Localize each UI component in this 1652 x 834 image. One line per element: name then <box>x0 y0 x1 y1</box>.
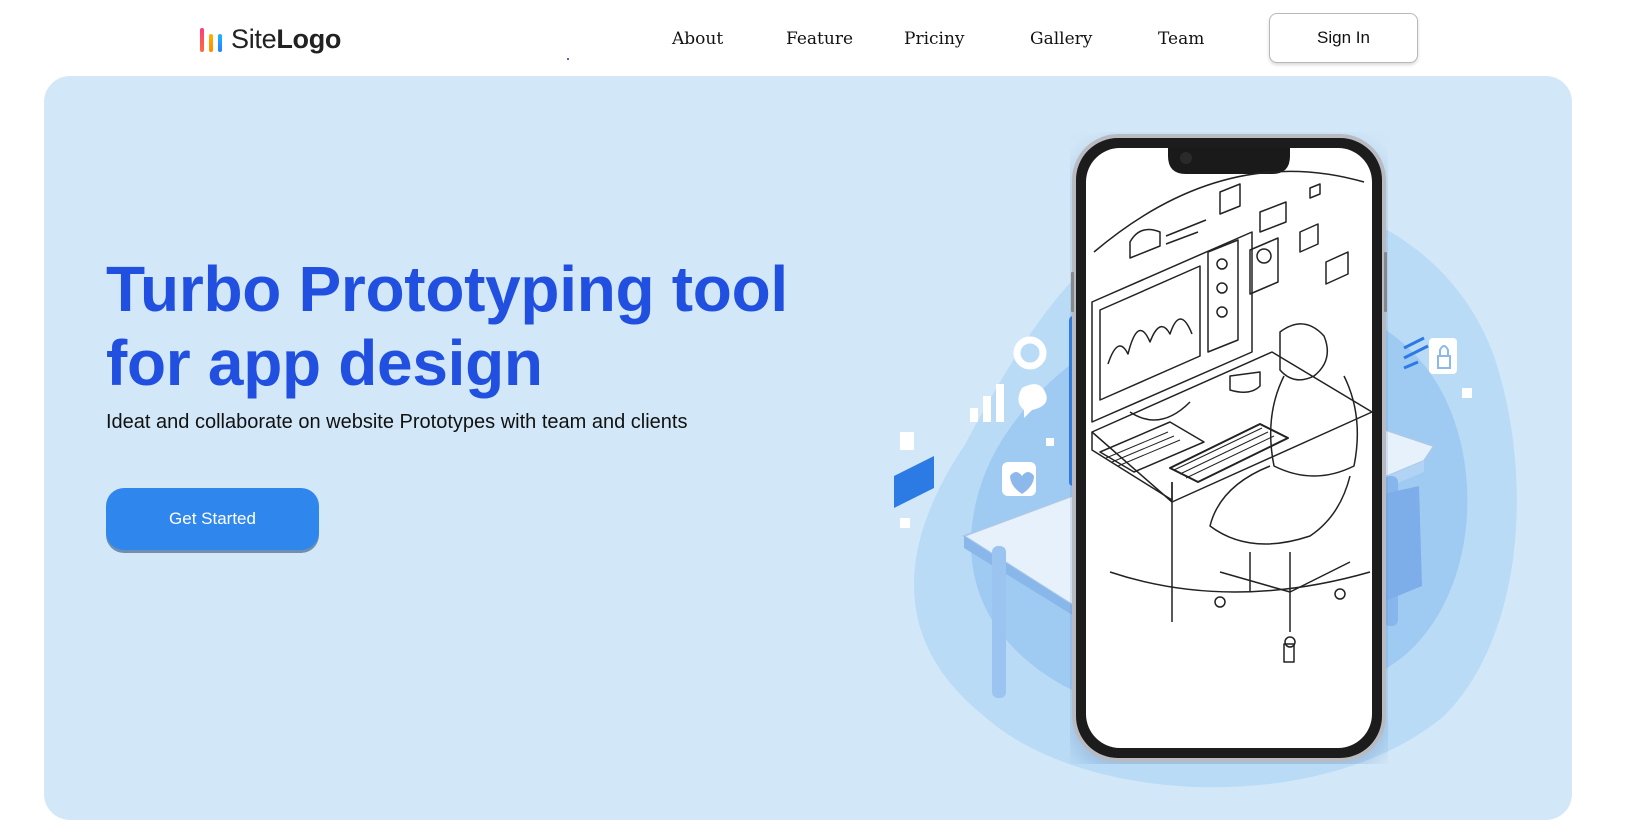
smartphone-mockup <box>1071 134 1387 762</box>
phone-side-button-left <box>1071 272 1074 312</box>
logo-text: SiteLogo <box>231 23 342 54</box>
hero-section: Turbo Prototyping tool for app design Id… <box>44 76 1572 820</box>
nav-link-feature[interactable]: Feature <box>786 29 853 49</box>
site-logo[interactable]: SiteLogo <box>200 24 341 54</box>
nav-link-gallery[interactable]: Gallery <box>1030 29 1092 49</box>
hero-title-line-1: Turbo Prototyping tool <box>106 253 788 325</box>
bar-chart-widget <box>894 456 934 508</box>
site-header: SiteLogo About Feature Priciny Gallery T… <box>0 0 1652 76</box>
phone-side-button <box>1384 252 1387 312</box>
bars-logo-icon <box>200 26 222 52</box>
hero-title: Turbo Prototyping tool for app design <box>106 252 826 400</box>
hero-subtitle: Ideat and collaborate on website Prototy… <box>106 411 688 433</box>
decorative-dot <box>567 58 569 60</box>
get-started-button[interactable]: Get Started <box>106 488 319 550</box>
sign-in-button[interactable]: Sign In <box>1269 13 1418 63</box>
nav-link-pricing[interactable]: Priciny <box>904 29 965 49</box>
nav-link-team[interactable]: Team <box>1158 29 1204 49</box>
nav-link-about[interactable]: About <box>672 29 723 49</box>
hero-title-line-2: for app design <box>106 327 543 399</box>
desk-leg-left <box>992 546 1006 698</box>
camera-icon <box>1180 152 1192 164</box>
